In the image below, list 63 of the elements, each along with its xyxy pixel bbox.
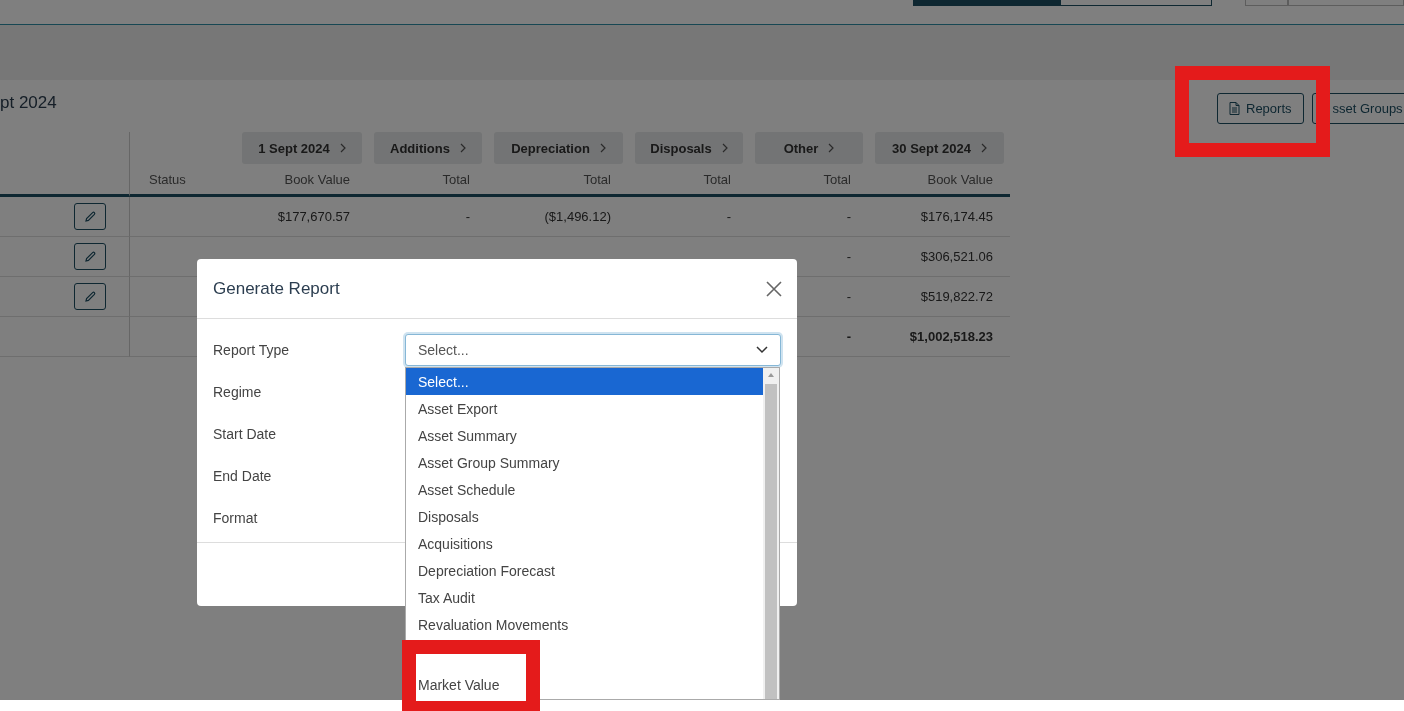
toolbar-button[interactable]: Reports: [1217, 93, 1304, 124]
period-header[interactable]: Additions: [374, 132, 482, 164]
chevron-icon: [828, 143, 835, 153]
table-cell: -: [846, 289, 851, 304]
table-cell: $519,822.72: [920, 289, 993, 304]
column-header: Total: [442, 171, 470, 187]
table-cell: $177,670.57: [277, 209, 350, 224]
table-cell: -: [846, 329, 851, 344]
toggle-segment[interactable]: [1059, 0, 1212, 6]
dropdown-option[interactable]: Asset Schedule: [406, 476, 763, 503]
dropdown-option[interactable]: Asset Export: [406, 395, 763, 422]
document-icon: [1229, 102, 1240, 115]
field-label: End Date: [213, 468, 273, 484]
toggle-segment[interactable]: [913, 0, 1060, 6]
period-header[interactable]: 1 Sept 2024: [242, 132, 362, 164]
chevron-down-icon: [756, 346, 768, 354]
field-label: Report Type: [213, 342, 290, 358]
dropdown-option[interactable]: Tax Audit: [406, 584, 763, 611]
column-header: Book Value: [927, 171, 993, 187]
close-icon[interactable]: [765, 279, 783, 298]
edit-button[interactable]: [74, 283, 106, 310]
scrollbar[interactable]: [763, 368, 779, 699]
dialog-title: Generate Report: [213, 278, 340, 299]
chevron-icon: [459, 143, 466, 153]
chevron-icon: [721, 143, 728, 153]
chevron-icon: [980, 143, 987, 153]
dropdown-option[interactable]: Revaluation Movements: [406, 611, 763, 638]
table-cell: ($1,496.12): [544, 209, 611, 224]
dropdown-option[interactable]: Asset Group Summary: [406, 449, 763, 476]
table-cell: $176,174.45: [920, 209, 993, 224]
period-header[interactable]: Depreciation: [494, 132, 623, 164]
edit-button[interactable]: [74, 203, 106, 230]
dropdown-option[interactable]: Acquisitions: [406, 530, 763, 557]
table-cell: -: [846, 209, 851, 224]
table-cell: $1,002,518.23: [909, 329, 993, 344]
pencil-icon: [83, 209, 97, 224]
column-header: Status: [149, 171, 186, 187]
period-header[interactable]: 30 Sept 2024: [875, 132, 1004, 164]
dropdown-option[interactable]: Asset Summary: [406, 422, 763, 449]
table-cell: -: [846, 249, 851, 264]
period-header[interactable]: Disposals: [635, 132, 743, 164]
table-cell: -: [465, 209, 470, 224]
dropdown-option[interactable]: Disposals: [406, 503, 763, 530]
edit-button[interactable]: [74, 243, 106, 270]
period-header[interactable]: Other: [755, 132, 863, 164]
pencil-icon: [83, 289, 97, 304]
column-header: Book Value: [284, 171, 350, 187]
column-header: Total: [703, 171, 731, 187]
field-label: Start Date: [213, 426, 278, 442]
column-header: Total: [823, 171, 851, 187]
dropdown-option[interactable]: Depreciation Forecast: [406, 557, 763, 584]
column-header: Total: [583, 171, 611, 187]
dropdown-option[interactable]: Market Value: [418, 677, 500, 693]
chevron-icon: [339, 143, 346, 153]
pencil-icon: [83, 249, 97, 264]
field-label: Format: [213, 510, 259, 526]
table-cell: -: [726, 209, 731, 224]
select-field[interactable]: Select...: [405, 334, 781, 366]
chevron-icon: [599, 143, 606, 153]
page-title: pt 2024: [0, 93, 58, 114]
table-cell: $306,521.06: [920, 249, 993, 264]
dropdown-option[interactable]: Select...: [406, 368, 763, 395]
field-label: Regime: [213, 384, 263, 400]
